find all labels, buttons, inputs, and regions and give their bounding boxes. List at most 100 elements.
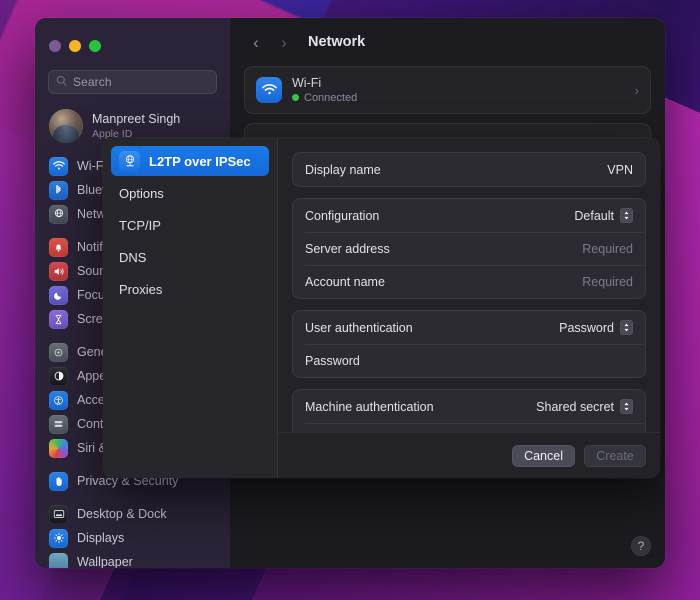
sidebar-item-label: Wi-Fi (77, 159, 107, 173)
field-value: Password (559, 320, 614, 335)
form-row-machine-authentication[interactable]: Machine authentication Shared secret (293, 390, 645, 423)
speaker-icon (49, 261, 68, 281)
dialog-tab-label: L2TP over IPSec (149, 153, 251, 169)
sidebar-item-wallpaper[interactable]: Wallpaper (44, 550, 221, 568)
dialog-tab-label: TCP/IP (119, 217, 161, 233)
field-label: Password (305, 353, 360, 368)
form-group-machine-authentication: Machine authentication Shared secret (292, 389, 646, 432)
hourglass-icon (49, 309, 68, 329)
wifi-icon (49, 156, 68, 176)
dialog-tab-dns[interactable]: DNS (111, 242, 269, 272)
form-row-password[interactable]: Password (293, 344, 645, 377)
chevron-updown-icon[interactable] (620, 399, 633, 414)
service-card-wifi[interactable]: Wi-Fi Connected › (244, 66, 651, 114)
desktop-background: Search Manpreet Singh Apple ID Wi-Fi Net… (0, 0, 700, 600)
accessibility-icon (49, 390, 68, 410)
detail-toolbar: ‹ › Network (230, 18, 665, 66)
sidebar-item-desktop-dock[interactable]: Desktop & Dock (44, 502, 221, 526)
form-group-user-authentication: User authentication Password Password (292, 310, 646, 378)
form-row-user-authentication[interactable]: User authentication Password (293, 311, 645, 344)
status-dot-icon (292, 94, 299, 101)
status-label: Connected (304, 91, 358, 104)
field-label: Configuration (305, 208, 380, 223)
configuration-select[interactable]: Default (574, 208, 633, 223)
form-row-display-name[interactable]: Display name VPN (293, 153, 645, 186)
field-label: Account name (305, 274, 385, 289)
chevron-right-icon[interactable]: › (635, 83, 639, 98)
machine-authentication-select[interactable]: Shared secret (536, 399, 633, 414)
brightness-icon (49, 528, 68, 548)
contrast-icon (49, 366, 68, 386)
user-authentication-select[interactable]: Password (559, 320, 633, 335)
form-group-display-name: Display name VPN (292, 152, 646, 187)
account-name-input[interactable]: Required (582, 275, 633, 289)
field-label: Display name (305, 162, 381, 177)
dialog-form: Display name VPN Configuration Default S… (278, 138, 660, 432)
search-placeholder: Search (73, 75, 112, 89)
dialog-tab-label: Options (119, 185, 164, 201)
account-name: Manpreet Singh (92, 111, 181, 126)
maximize-button[interactable] (89, 40, 101, 52)
field-value: Shared secret (536, 399, 614, 414)
wallpaper-icon (49, 552, 68, 568)
field-label: Machine authentication (305, 399, 434, 414)
help-button[interactable]: ? (631, 536, 651, 556)
dialog-tab-label: Proxies (119, 281, 163, 297)
dialog-tab-options[interactable]: Options (111, 178, 269, 208)
bell-icon (49, 237, 68, 257)
dock-icon (49, 504, 68, 524)
display-name-input[interactable]: VPN (607, 163, 633, 177)
control-center-icon (49, 414, 68, 434)
hand-icon (49, 471, 68, 491)
service-row[interactable]: Wi-Fi Connected › (245, 67, 650, 113)
server-address-input[interactable]: Required (582, 242, 633, 256)
field-label: Server address (305, 241, 390, 256)
close-button[interactable] (49, 40, 61, 52)
form-group-connection: Configuration Default Server address Req… (292, 198, 646, 299)
dialog-tab-l2tp-over-ipsec[interactable]: L2TP over IPSec (111, 146, 269, 176)
form-row-server-address[interactable]: Server address Required (293, 232, 645, 265)
service-name: Wi-Fi (292, 75, 322, 90)
chevron-updown-icon[interactable] (620, 320, 633, 335)
globe-network-icon (119, 150, 140, 172)
search-icon (56, 73, 67, 91)
dialog-sidebar: L2TP over IPSec Options TCP/IP DNS Proxi… (103, 138, 278, 478)
avatar (49, 109, 83, 143)
field-placeholder: Required (582, 241, 633, 256)
globe-icon (49, 204, 68, 224)
sidebar-group: Desktop & Dock Displays Wallpaper (35, 502, 230, 568)
forward-button[interactable]: › (274, 34, 294, 51)
moon-icon (49, 285, 68, 305)
search-input[interactable]: Search (48, 70, 217, 94)
back-button[interactable]: ‹ (246, 34, 266, 51)
vpn-configuration-dialog: L2TP over IPSec Options TCP/IP DNS Proxi… (103, 138, 660, 478)
bluetooth-icon (49, 180, 68, 200)
form-row-account-name[interactable]: Account name Required (293, 265, 645, 298)
system-settings-window: Search Manpreet Singh Apple ID Wi-Fi Net… (35, 18, 665, 568)
create-button[interactable]: Create (584, 444, 646, 467)
sidebar-item-label: Wallpaper (77, 555, 133, 568)
field-value: Default (574, 208, 614, 223)
page-title: Network (308, 34, 366, 50)
dialog-main: Display name VPN Configuration Default S… (278, 138, 660, 478)
field-label: User authentication (305, 320, 413, 335)
wifi-icon (256, 77, 282, 103)
dialog-tab-label: DNS (119, 249, 147, 265)
siri-icon (49, 438, 68, 458)
field-value: VPN (607, 162, 633, 177)
minimize-button[interactable] (69, 40, 81, 52)
dialog-tab-proxies[interactable]: Proxies (111, 274, 269, 304)
chevron-updown-icon[interactable] (620, 208, 633, 223)
sidebar-item-label: Displays (77, 531, 125, 545)
field-placeholder: Required (582, 274, 633, 289)
dialog-footer: Cancel Create (278, 432, 660, 478)
sidebar-item-displays[interactable]: Displays (44, 526, 221, 550)
window-controls (35, 28, 230, 58)
dialog-tab-tcpip[interactable]: TCP/IP (111, 210, 269, 240)
form-row-shared-secret[interactable] (293, 423, 645, 432)
status-badge: Connected (292, 91, 357, 105)
gear-icon (49, 342, 68, 362)
sidebar-item-label: Desktop & Dock (77, 507, 167, 521)
cancel-button[interactable]: Cancel (512, 444, 575, 467)
form-row-configuration[interactable]: Configuration Default (293, 199, 645, 232)
